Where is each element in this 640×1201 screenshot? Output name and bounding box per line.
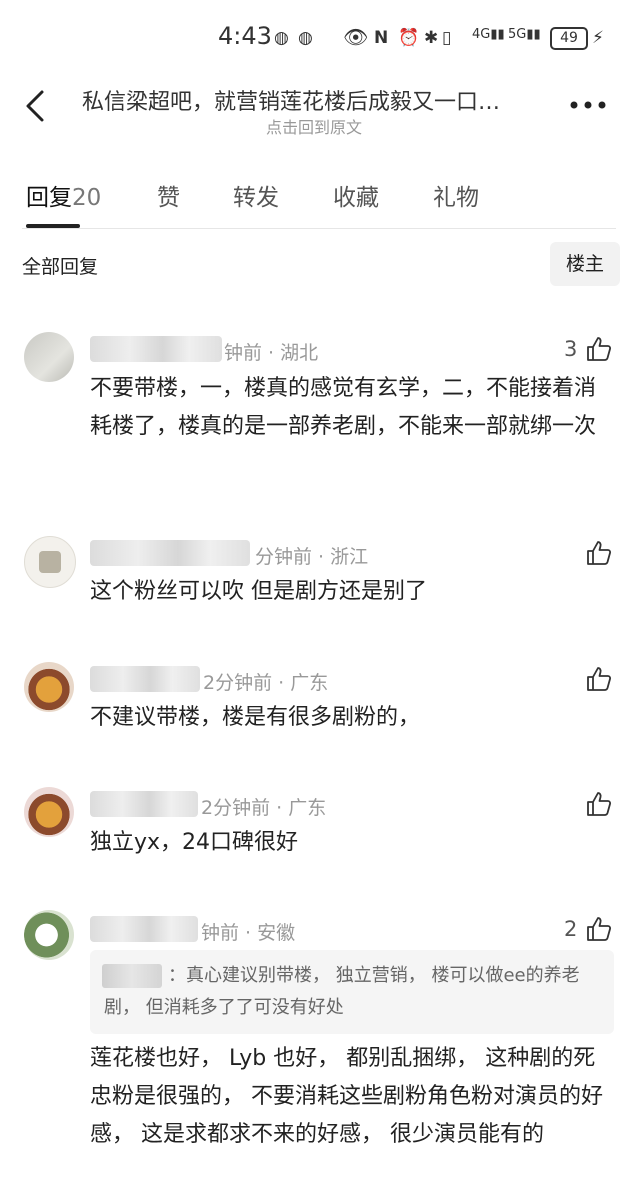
avatar[interactable] (24, 332, 74, 382)
notification-icon-2: ◍ (298, 28, 313, 48)
like-count: 2 (564, 917, 578, 941)
status-time: 4:43 (218, 22, 272, 50)
quoted-reply[interactable]: ：真心建议别带楼， 独立营销， 楼可以做ee的养老剧， 但消耗多了了可没有好处 (90, 950, 614, 1034)
quoted-reply-text: ：真心建议别带楼， 独立营销， 楼可以做ee的养老剧， 但消耗多了了可没有好处 (104, 965, 580, 1018)
avatar[interactable] (24, 662, 74, 712)
like-icon[interactable] (585, 335, 613, 363)
alarm-icon: ⏰ (398, 28, 420, 48)
comment-text: 莲花楼也好， Lyb 也好， 都别乱捆绑， 这种剧的死忠粉是很强的， 不要消耗这… (90, 1046, 603, 1147)
comment-text: 独立yx，24口碑很好 (90, 830, 299, 855)
avatar[interactable] (24, 536, 76, 588)
comment-meta: 2分钟前 · 广东 (201, 797, 327, 819)
like-icon[interactable] (585, 665, 613, 693)
comment-text: 不要带楼，一，楼真的感觉有玄学，二，不能接着消耗楼了，楼真的是一部养老剧，不能来… (90, 376, 597, 439)
comment-meta: 分钟前 · 浙江 (255, 546, 369, 568)
eye-icon: 👁 (343, 25, 369, 49)
username-blurred[interactable] (90, 791, 198, 817)
comment-item: 钟前 · 湖北 3 不要带楼，一，楼真的感觉有玄学，二，不能接着消耗楼了，楼真的… (0, 320, 640, 500)
comment-text: 这个粉丝可以吹 但是剧方还是别了 (90, 579, 427, 604)
username-blurred[interactable] (90, 540, 250, 566)
back-icon[interactable] (18, 86, 58, 126)
like-count: 3 (564, 337, 578, 361)
tab-favorites[interactable]: 收藏 (333, 178, 379, 212)
divider (22, 228, 616, 229)
comment-item: 2分钟前 · 广东 独立yx，24口碑很好 (0, 775, 640, 875)
status-bar: 4:43 ◍ ◍ 👁 N ⏰ ✱ ▯ 4G▮▮ 5G▮▮ 49 ⚡ (0, 0, 640, 72)
vibrate-icon: ▯ (442, 28, 452, 48)
like-icon[interactable] (585, 915, 613, 943)
charging-icon: ⚡ (592, 28, 604, 48)
bluetooth-icon: ✱ (424, 28, 439, 48)
notification-icon: ◍ (274, 28, 289, 48)
tab-replies-count: 20 (72, 185, 102, 211)
avatar[interactable] (24, 787, 74, 837)
tab-replies-label: 回复 (26, 185, 72, 211)
tab-gifts[interactable]: 礼物 (433, 178, 479, 212)
more-options-icon[interactable] (568, 98, 608, 112)
op-only-button[interactable]: 楼主 (550, 242, 620, 286)
username-blurred[interactable] (90, 666, 200, 692)
comment-meta: 2分钟前 · 广东 (203, 672, 329, 694)
page-title: 私信梁超吧，就营销莲花楼后成毅又一口… (82, 90, 501, 115)
back-to-post-link[interactable]: 点击回到原文 (266, 114, 362, 138)
comment-item: 分钟前 · 浙江 这个粉丝可以吹 但是剧方还是别了 (0, 524, 640, 624)
comment-item: 2分钟前 · 广东 不建议带楼，楼是有很多剧粉的， (0, 650, 640, 750)
tab-replies[interactable]: 回复20 (26, 178, 101, 212)
like-icon[interactable] (585, 539, 613, 567)
comment-meta: 钟前 · 安徽 (201, 922, 296, 944)
all-replies-label: 全部回复 (22, 256, 99, 278)
signal-5g-icon: 5G▮▮ (508, 27, 541, 42)
avatar[interactable] (24, 910, 74, 960)
comment-meta: 钟前 · 湖北 (224, 342, 319, 364)
comment-text: 不建议带楼，楼是有很多剧粉的， (90, 705, 421, 730)
nfc-icon: N (374, 28, 389, 48)
username-blurred[interactable] (90, 916, 198, 942)
battery-indicator: 49 (550, 27, 588, 50)
tab-reposts[interactable]: 转发 (233, 178, 279, 212)
like-icon[interactable] (585, 790, 613, 818)
signal-4g-icon: 4G▮▮ (472, 27, 505, 42)
username-blurred[interactable] (90, 336, 222, 362)
tab-likes[interactable]: 赞 (157, 178, 180, 212)
